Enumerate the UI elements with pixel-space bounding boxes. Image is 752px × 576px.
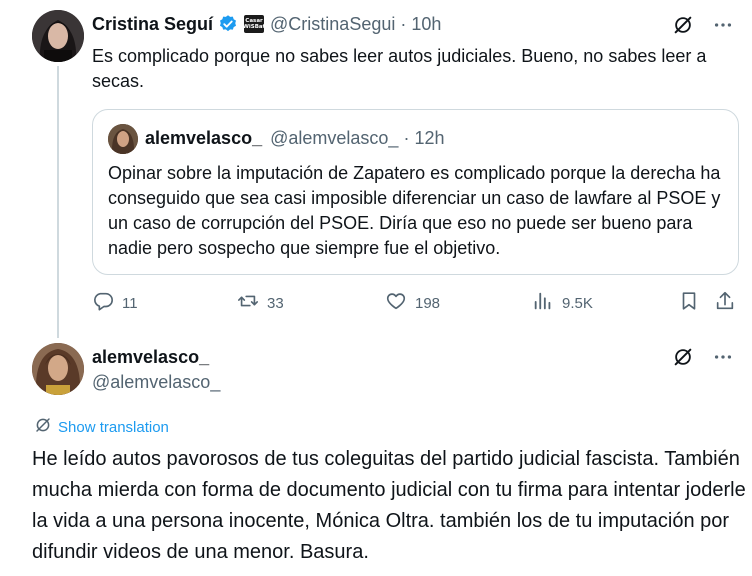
quote-text: Opinar sobre la imputación de Zapatero e…: [108, 163, 721, 258]
timeline: Cristina Seguí Casar WiSBat @CristinaSeg…: [0, 0, 752, 576]
views-button[interactable]: 9.5K: [532, 290, 593, 316]
translate-globe-icon: [34, 416, 52, 438]
like-button[interactable]: 198: [385, 290, 440, 316]
more-icon[interactable]: [712, 346, 734, 373]
share-button[interactable]: [714, 290, 736, 316]
reply-button[interactable]: 11: [92, 290, 138, 316]
timestamp[interactable]: 10h: [411, 14, 441, 35]
bookmark-button[interactable]: [678, 290, 700, 316]
grok-icon[interactable]: [672, 346, 694, 373]
tweet-text: Es complicado porque no sabes leer autos…: [92, 46, 707, 91]
verified-badge-icon: [218, 14, 238, 34]
separator: ·: [400, 13, 407, 34]
badge-text-line-2: WiSBat: [242, 24, 266, 30]
quoted-tweet[interactable]: alemvelasco_ @alemvelasco_ · 12h Opinar …: [92, 109, 739, 275]
reply-text: He leído autos pavorosos de tus coleguit…: [32, 448, 746, 563]
tweet-top-actions: [672, 14, 734, 41]
reply-count: 11: [122, 294, 138, 312]
repost-icon: [237, 290, 259, 316]
views-count: 9.5K: [562, 294, 593, 312]
thread-line: [57, 66, 59, 338]
repost-count: 33: [267, 294, 284, 312]
show-translation-link[interactable]: Show translation: [34, 416, 169, 438]
reply-avatar[interactable]: [32, 343, 84, 395]
reply-icon: [92, 290, 114, 316]
reply-author-handle[interactable]: @alemvelasco_: [92, 372, 220, 393]
share-icon: [714, 290, 736, 316]
quote-timestamp: 12h: [414, 128, 445, 148]
repost-button[interactable]: 33: [237, 290, 284, 316]
bookmark-icon: [678, 290, 700, 316]
affiliation-badge[interactable]: Casar WiSBat: [242, 15, 266, 33]
action-bar: 11 33 198 9.5K: [92, 290, 742, 316]
reply-top-actions: [672, 346, 734, 373]
quote-author-handle: @alemvelasco_: [270, 128, 399, 148]
reply-author-name[interactable]: alemvelasco_: [92, 347, 209, 368]
author-handle[interactable]: @CristinaSegui: [270, 14, 395, 35]
views-icon: [532, 290, 554, 316]
author-name[interactable]: Cristina Seguí: [92, 14, 213, 35]
like-count: 198: [415, 294, 441, 312]
more-icon[interactable]: [712, 14, 734, 41]
grok-icon[interactable]: [672, 14, 694, 41]
tweet-header: Cristina Seguí Casar WiSBat @CristinaSeg…: [92, 13, 441, 35]
like-icon: [385, 290, 407, 316]
avatar[interactable]: [32, 10, 84, 62]
show-translation-label: Show translation: [58, 418, 169, 436]
quote-header: alemvelasco_ @alemvelasco_ · 12h: [145, 128, 444, 149]
quote-author-name: alemvelasco_: [145, 128, 263, 148]
quote-separator: ·: [403, 128, 410, 148]
quote-avatar[interactable]: [108, 124, 138, 154]
